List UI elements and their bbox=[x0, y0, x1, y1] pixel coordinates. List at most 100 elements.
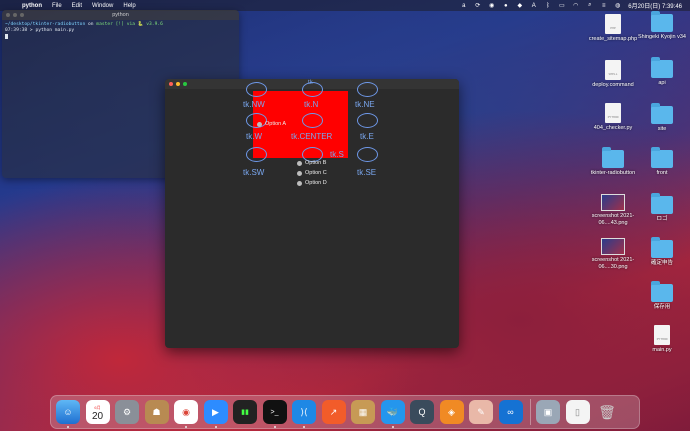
anchor-label-w: tk.W bbox=[246, 132, 262, 141]
radio-option-c[interactable]: Option C bbox=[297, 170, 327, 176]
bluetooth-icon[interactable]: ᛒ bbox=[544, 2, 551, 9]
php-file-icon: PHP bbox=[605, 14, 621, 34]
folder-icon bbox=[651, 103, 673, 124]
menu-clock[interactable]: 6月20日(日) 7:39:46 bbox=[628, 1, 682, 10]
folder-icon bbox=[651, 281, 673, 302]
radio-dot-icon bbox=[297, 170, 302, 176]
anchor-label-e: tk.E bbox=[360, 132, 374, 141]
zoom-icon[interactable]: ▶ bbox=[203, 400, 228, 428]
minimize-icon[interactable] bbox=[176, 82, 180, 86]
anchor-label-s: tk.S bbox=[330, 150, 344, 159]
folder-icon bbox=[651, 11, 673, 32]
menu-help[interactable]: Help bbox=[123, 3, 135, 9]
terminal-icon[interactable]: >_ bbox=[262, 400, 287, 428]
control-center-icon[interactable]: ≡ bbox=[600, 2, 607, 9]
siri-icon[interactable]: ◍ bbox=[614, 2, 621, 9]
desktop-item-storage[interactable]: 保存用 bbox=[634, 281, 690, 311]
desktop-item-site[interactable]: site bbox=[634, 103, 690, 133]
system-preferences-icon[interactable]: ⚙ bbox=[115, 400, 139, 424]
anchor-label-n: tk.N bbox=[304, 100, 319, 109]
anchor-label-ne: tk.NE bbox=[355, 100, 375, 109]
desktop-item-tkinter-radiobutton[interactable]: tkinter-radiobutton bbox=[585, 147, 641, 177]
desktop-item-logo[interactable]: ロゴ bbox=[634, 193, 690, 223]
image-file-icon bbox=[601, 238, 625, 255]
anchor-circle-center bbox=[302, 113, 323, 128]
desktop-item-api[interactable]: api bbox=[634, 57, 690, 87]
radio-option-a[interactable]: Option A bbox=[257, 121, 286, 127]
close-icon[interactable] bbox=[6, 13, 10, 17]
maximize-icon[interactable] bbox=[20, 13, 24, 17]
input-source-icon[interactable]: A bbox=[530, 2, 537, 9]
radio-dot-icon bbox=[257, 121, 262, 127]
desktop-item-deploy[interactable]: SHELL deploy.command bbox=[585, 60, 641, 89]
quicktime-icon[interactable]: Q bbox=[410, 400, 434, 424]
preview-icon[interactable]: ▣ bbox=[536, 400, 560, 424]
terminal-cursor bbox=[5, 34, 8, 39]
menu-edit[interactable]: Edit bbox=[72, 3, 82, 9]
pages-icon[interactable]: ✎ bbox=[469, 400, 493, 424]
sync-icon[interactable]: ⟳ bbox=[474, 2, 481, 9]
anchor-label-center: tk.CENTER bbox=[291, 132, 333, 141]
maximize-icon[interactable] bbox=[183, 82, 187, 86]
activity-monitor-icon[interactable]: ▮▮ bbox=[233, 400, 257, 424]
infinity-icon[interactable]: ∞ bbox=[498, 400, 523, 424]
radio-option-b[interactable]: Option B bbox=[297, 160, 326, 166]
amazon-icon[interactable]: a bbox=[460, 2, 467, 9]
desktop-item-404-checker[interactable]: PYTHON 404_checker.py bbox=[585, 103, 641, 132]
menu-app-name[interactable]: python bbox=[22, 3, 42, 9]
folder-icon bbox=[651, 237, 673, 258]
shell-file-icon: SHELL bbox=[605, 60, 621, 80]
tk-window[interactable]: tk tk.NW tk.N tk.NE tk.W tk.CENTER tk.E … bbox=[165, 79, 459, 348]
minimize-icon[interactable] bbox=[13, 13, 17, 17]
radio-dot-icon bbox=[297, 180, 302, 186]
terminal-content[interactable]: ~/desktop/tkinter-radiobutton on master … bbox=[2, 20, 239, 44]
anchor-label-sw: tk.SW bbox=[243, 168, 265, 177]
anchor-circle-n bbox=[302, 82, 323, 97]
radio-option-d[interactable]: Option D bbox=[297, 180, 327, 186]
vscode-icon[interactable]: ⟩⟨ bbox=[292, 400, 316, 428]
close-icon[interactable] bbox=[169, 82, 173, 86]
finder-icon[interactable]: ☺ bbox=[56, 400, 80, 428]
calendar-icon[interactable]: 6月 20 bbox=[85, 400, 110, 424]
record-icon[interactable]: ● bbox=[502, 2, 509, 9]
terminal-cursor-line bbox=[5, 34, 236, 42]
contacts-icon[interactable]: ☗ bbox=[144, 400, 169, 424]
desktop-item-front[interactable]: front bbox=[634, 147, 690, 177]
docker-icon[interactable]: 🐳 bbox=[380, 400, 405, 428]
anchor-circle-sw bbox=[246, 147, 267, 162]
folder-icon bbox=[651, 193, 673, 214]
document-icon[interactable]: ▯ bbox=[565, 400, 590, 424]
python-file-icon: PYTHON bbox=[605, 103, 621, 123]
menu-file[interactable]: File bbox=[52, 3, 62, 9]
desktop-item-tax-return[interactable]: 確定申告 bbox=[634, 237, 690, 267]
search-icon[interactable]: ⌕ bbox=[586, 2, 593, 9]
dropbox-icon[interactable]: ◆ bbox=[516, 2, 523, 9]
folder-icon bbox=[651, 147, 673, 168]
python-file-icon: PYTHON bbox=[654, 325, 670, 345]
anchor-circle-ne bbox=[357, 82, 378, 97]
screenshot-icon[interactable]: ◉ bbox=[488, 2, 495, 9]
anchor-label-nw: tk.NW bbox=[243, 100, 265, 109]
anchor-circle-nw bbox=[246, 82, 267, 97]
dock-separator bbox=[530, 399, 531, 425]
anchor-circle-se bbox=[357, 147, 378, 162]
sourcetree-icon[interactable]: ◈ bbox=[439, 400, 464, 424]
chrome-icon[interactable]: ◉ bbox=[174, 400, 198, 428]
desktop-item-screenshot-30[interactable]: screenshot 2021-06....30.png bbox=[585, 238, 641, 270]
desktop-item-shingeki[interactable]: Shingeki Kyojin v34 bbox=[634, 11, 690, 41]
battery-icon[interactable]: ▭ bbox=[558, 2, 565, 9]
radio-dot-icon bbox=[297, 160, 302, 166]
desktop-item-main-py[interactable]: PYTHON main.py bbox=[634, 325, 690, 354]
apple-menu-icon[interactable] bbox=[8, 2, 16, 10]
postman-icon[interactable]: ↗ bbox=[321, 400, 346, 424]
terminal-title: python bbox=[112, 12, 129, 18]
wifi-icon[interactable]: ◠ bbox=[572, 2, 579, 9]
archive-utility-icon[interactable]: ▦ bbox=[351, 400, 375, 424]
menu-window[interactable]: Window bbox=[92, 3, 113, 9]
folder-icon bbox=[651, 57, 673, 78]
anchor-circle-e bbox=[357, 113, 378, 128]
terminal-titlebar[interactable]: python bbox=[2, 10, 239, 20]
desktop-item-create-sitemap[interactable]: PHP create_sitemap.php bbox=[585, 14, 641, 43]
trash-icon[interactable]: 🗑 bbox=[595, 400, 619, 424]
desktop-item-screenshot-43[interactable]: screenshot 2021-06....43.png bbox=[585, 194, 641, 226]
